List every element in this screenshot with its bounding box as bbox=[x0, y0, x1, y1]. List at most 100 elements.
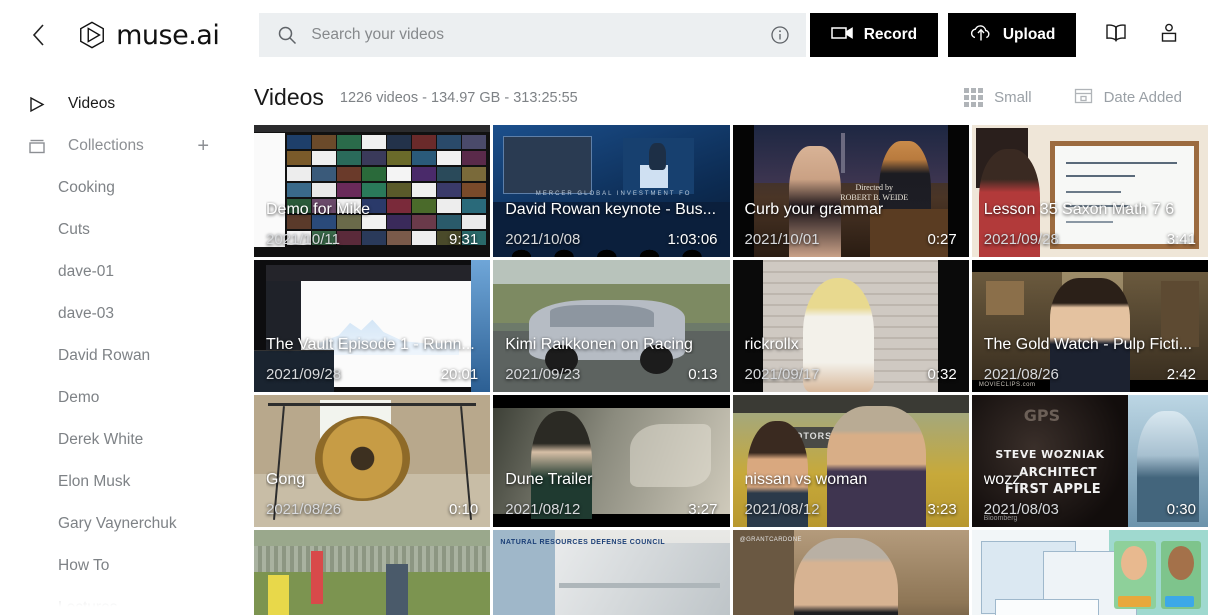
sidebar-collection-cuts[interactable]: Cuts bbox=[0, 209, 254, 251]
search-icon bbox=[277, 25, 297, 45]
video-card[interactable]: Kimi Raikkonen on Racing 2021/09/23 0:13 bbox=[493, 260, 729, 392]
video-date: 2021/10/01 bbox=[745, 231, 820, 248]
book-icon bbox=[1103, 22, 1129, 49]
thumbnail-overlay-text: NATURAL RESOURCES DEFENSE COUNCIL bbox=[500, 538, 665, 548]
video-card[interactable]: The Vault Episode 1 - Runn... 2021/09/28… bbox=[254, 260, 490, 392]
sidebar-item-videos[interactable]: Videos bbox=[0, 83, 254, 125]
video-title: Kimi Raikkonen on Racing bbox=[505, 336, 717, 354]
sidebar-collection-gary-vaynerchuk[interactable]: Gary Vaynerchuk bbox=[0, 503, 254, 545]
thumbnail-overlay-text: STEVE WOZNIAK bbox=[995, 448, 1104, 461]
collection-label: Lectures bbox=[58, 599, 117, 615]
folder-icon bbox=[28, 138, 54, 155]
sort-label: Date Added bbox=[1104, 89, 1182, 106]
video-card[interactable]: Demo for Mike 2021/10/11 9:31 bbox=[254, 125, 490, 257]
video-card[interactable]: rickrollx 2021/09/17 0:32 bbox=[733, 260, 969, 392]
info-circle-icon[interactable] bbox=[770, 25, 790, 45]
back-button[interactable] bbox=[22, 18, 55, 52]
search-bar[interactable] bbox=[259, 13, 805, 57]
video-card[interactable] bbox=[254, 530, 490, 615]
person-icon bbox=[1157, 21, 1181, 50]
sidebar-collection-david-rowan[interactable]: David Rowan bbox=[0, 335, 254, 377]
video-duration: 0:32 bbox=[928, 366, 957, 383]
video-title: Demo for Mike bbox=[266, 201, 478, 219]
thumbnail-size-label: Small bbox=[994, 89, 1032, 106]
video-duration: 0:30 bbox=[1167, 501, 1196, 518]
sidebar-collection-cooking[interactable]: Cooking bbox=[0, 167, 254, 209]
muse-ai-app: muse.ai bbox=[0, 0, 1208, 615]
sidebar-item-label: Collections bbox=[68, 137, 144, 155]
library-button[interactable] bbox=[1094, 13, 1137, 57]
library-stats: 1226 videos - 134.97 GB - 313:25:55 bbox=[340, 90, 578, 106]
video-title: Gong bbox=[266, 471, 478, 489]
record-button[interactable]: Record bbox=[810, 13, 938, 57]
sidebar-item-label: Videos bbox=[68, 95, 115, 113]
collection-label: Derek White bbox=[58, 431, 143, 449]
video-title: nissan vs woman bbox=[745, 471, 957, 489]
thumbnail-overlay-text: MERCER GLOBAL INVESTMENT FO bbox=[536, 191, 692, 197]
upload-button[interactable]: Upload bbox=[948, 13, 1076, 57]
video-card[interactable]: Gong 2021/08/26 0:10 bbox=[254, 395, 490, 527]
brand-home-link[interactable]: muse.ai bbox=[77, 20, 219, 51]
video-card[interactable]: Dune Trailer 2021/08/12 3:27 bbox=[493, 395, 729, 527]
video-title: David Rowan keynote - Bus... bbox=[505, 201, 717, 219]
app-body: Videos Collections + Cooking Cuts dave-0… bbox=[0, 70, 1208, 615]
calendar-icon bbox=[1074, 87, 1093, 109]
collection-label: Gary Vaynerchuk bbox=[58, 515, 177, 533]
main-content: Videos 1226 videos - 134.97 GB - 313:25:… bbox=[254, 70, 1208, 615]
video-card[interactable]: MOTORS ARK nissan vs woman 2021/08/12 3:… bbox=[733, 395, 969, 527]
video-card[interactable] bbox=[972, 530, 1208, 615]
sidebar-collection-lectures[interactable]: Lectures bbox=[0, 587, 254, 615]
search-input[interactable] bbox=[311, 26, 755, 44]
cloud-upload-icon bbox=[969, 24, 993, 47]
video-date: 2021/10/11 bbox=[266, 231, 340, 248]
video-duration: 2:42 bbox=[1167, 366, 1196, 383]
video-title: wozz bbox=[984, 471, 1196, 489]
sidebar-collection-elon-musk[interactable]: Elon Musk bbox=[0, 461, 254, 503]
sidebar-collection-derek-white[interactable]: Derek White bbox=[0, 419, 254, 461]
page-title: Videos bbox=[254, 84, 324, 111]
video-thumbnail: NATURAL RESOURCES DEFENSE COUNCIL bbox=[493, 530, 729, 615]
video-duration: 0:27 bbox=[928, 231, 957, 248]
video-title: rickrollx bbox=[745, 336, 957, 354]
video-title: Dune Trailer bbox=[505, 471, 717, 489]
sort-control[interactable]: Date Added bbox=[1074, 87, 1182, 109]
video-card[interactable]: MERCER GLOBAL INVESTMENT FO David Rowan … bbox=[493, 125, 729, 257]
thumbnail-overlay-text: @GRANTCARDONE bbox=[740, 537, 802, 543]
video-thumbnail: @GRANTCARDONE bbox=[733, 530, 969, 615]
video-date: 2021/09/23 bbox=[505, 366, 580, 383]
video-title: The Vault Episode 1 - Runn... bbox=[266, 336, 478, 354]
video-thumbnail bbox=[254, 530, 490, 615]
video-date: 2021/10/08 bbox=[505, 231, 580, 248]
collection-label: How To bbox=[58, 557, 109, 575]
video-date: 2021/08/03 bbox=[984, 501, 1059, 518]
video-card[interactable]: Lesson 35 Saxon Math 7 6 2021/09/28 3:41 bbox=[972, 125, 1208, 257]
sidebar-collection-how-to[interactable]: How To bbox=[0, 545, 254, 587]
video-date: 2021/08/12 bbox=[505, 501, 580, 518]
play-triangle-icon bbox=[28, 96, 54, 113]
app-header: muse.ai bbox=[0, 0, 1208, 70]
record-label: Record bbox=[864, 26, 917, 44]
sidebar-item-collections[interactable]: Collections + bbox=[0, 125, 254, 167]
video-date: 2021/09/28 bbox=[266, 366, 341, 383]
video-card[interactable]: Directed by ROBERT B. WEIDE Curb your gr… bbox=[733, 125, 969, 257]
video-title: The Gold Watch - Pulp Ficti... bbox=[984, 336, 1196, 354]
sidebar-collection-dave-01[interactable]: dave-01 bbox=[0, 251, 254, 293]
video-card[interactable]: MOVIECLIPS.com The Gold Watch - Pulp Fic… bbox=[972, 260, 1208, 392]
collection-label: Elon Musk bbox=[58, 473, 130, 491]
add-collection-button[interactable]: + bbox=[197, 136, 209, 156]
video-duration: 3:23 bbox=[928, 501, 957, 518]
video-card[interactable]: NATURAL RESOURCES DEFENSE COUNCIL bbox=[493, 530, 729, 615]
sidebar: Videos Collections + Cooking Cuts dave-0… bbox=[0, 70, 254, 615]
sidebar-collection-dave-03[interactable]: dave-03 bbox=[0, 293, 254, 335]
account-button[interactable] bbox=[1147, 13, 1190, 57]
collection-label: Demo bbox=[58, 389, 99, 407]
video-card[interactable]: @GRANTCARDONE bbox=[733, 530, 969, 615]
sidebar-collection-demo[interactable]: Demo bbox=[0, 377, 254, 419]
collection-label: David Rowan bbox=[58, 347, 150, 365]
video-date: 2021/08/26 bbox=[984, 366, 1059, 383]
thumbnail-size-control[interactable]: Small bbox=[964, 88, 1032, 107]
video-card[interactable]: GPS STEVE WOZNIAK ARCHITECT FIRST APPLE … bbox=[972, 395, 1208, 527]
upload-label: Upload bbox=[1003, 26, 1056, 44]
main-header: Videos 1226 videos - 134.97 GB - 313:25:… bbox=[254, 70, 1208, 125]
brand-name: muse.ai bbox=[116, 20, 219, 51]
